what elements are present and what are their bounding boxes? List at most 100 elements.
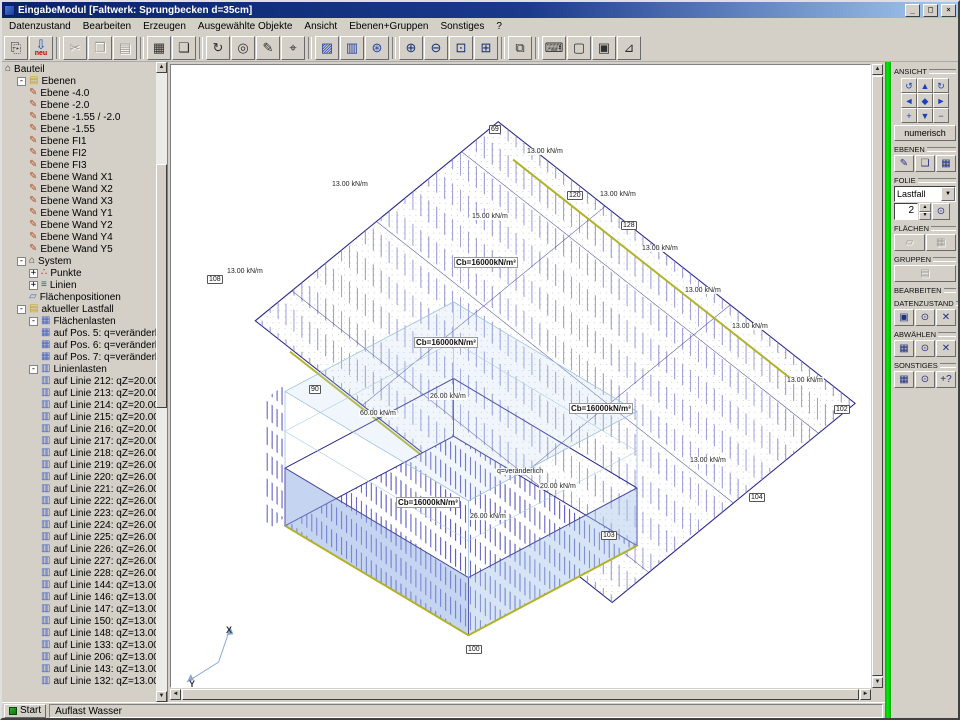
scroll-right-icon[interactable]: ► bbox=[860, 689, 871, 700]
tree-item[interactable]: ▥ auf Linie 221: qZ=26.00 bbox=[2, 483, 156, 495]
tree-item[interactable]: ✎ Ebene Wand Y1 bbox=[2, 207, 156, 219]
zoom-in-icon[interactable]: ⊕ bbox=[399, 36, 423, 60]
structure-drawing[interactable] bbox=[171, 65, 870, 687]
tree-expander[interactable]: - bbox=[17, 257, 26, 266]
tree-item[interactable]: ▥ auf Linie 133: qZ=13.00 bbox=[2, 639, 156, 651]
scroll-thumb[interactable] bbox=[156, 164, 167, 407]
folie-select[interactable]: Lastfall ▼ bbox=[894, 186, 956, 202]
view-zoom-out-button[interactable]: − bbox=[933, 108, 949, 123]
tree-item[interactable]: ✎ Ebene FI2 bbox=[2, 147, 156, 159]
canvas-hscrollbar[interactable]: ◄ ► bbox=[170, 689, 871, 700]
cascade-windows-icon[interactable]: ❏ bbox=[172, 36, 196, 60]
menu-item[interactable]: Erzeugen bbox=[137, 20, 192, 33]
tree-expander[interactable]: - bbox=[17, 77, 26, 86]
spin-up-icon[interactable]: ▲ bbox=[919, 203, 931, 212]
datenzustand-neu-icon[interactable]: ⇩neu bbox=[29, 36, 53, 60]
tree-item[interactable]: ✎ Ebene Wand Y4 bbox=[2, 231, 156, 243]
numpad-icon[interactable]: ⌨ bbox=[542, 36, 566, 60]
mess-button[interactable]: ⊙ bbox=[915, 371, 935, 388]
tree-item[interactable]: ▥ auf Linie 144: qZ=13.00 bbox=[2, 579, 156, 591]
tree-item[interactable]: ✎ Ebene -4.0 bbox=[2, 87, 156, 99]
tree-item[interactable]: ▥ auf Linie 215: qZ=20.00 bbox=[2, 411, 156, 423]
tree-item[interactable]: ▥ auf Linie 225: qZ=26.00 bbox=[2, 531, 156, 543]
menu-item[interactable]: Datenzustand bbox=[3, 20, 77, 33]
scroll-up-icon[interactable]: ▲ bbox=[156, 62, 167, 73]
scroll-thumb[interactable] bbox=[182, 689, 859, 700]
tree-item[interactable]: ▥ auf Linie 213: qZ=20.00 bbox=[2, 387, 156, 399]
tree-item[interactable]: ▥ auf Linie 147: qZ=13.00 bbox=[2, 603, 156, 615]
draw-icon[interactable]: ✎ bbox=[256, 36, 280, 60]
tree-scrollbar[interactable]: ▲ ▼ bbox=[156, 62, 167, 702]
scroll-left-icon[interactable]: ◄ bbox=[170, 689, 181, 700]
abwaehlen-x-button[interactable]: ✕ bbox=[936, 340, 956, 357]
report-icon[interactable]: ▣ bbox=[592, 36, 616, 60]
scroll-up-icon[interactable]: ▲ bbox=[872, 64, 883, 75]
tree-item[interactable]: ▥ auf Linie 222: qZ=26.00 bbox=[2, 495, 156, 507]
abwaehlen-alle-button[interactable]: ▦ bbox=[894, 340, 914, 357]
view-up-button[interactable]: ▲ bbox=[917, 78, 933, 93]
minimize-button[interactable]: _ bbox=[905, 4, 920, 17]
view-left-button[interactable]: ◄ bbox=[901, 93, 917, 108]
table-icon[interactable]: ▦ bbox=[147, 36, 171, 60]
tree-item[interactable]: ▥ auf Linie 217: qZ=20.00 bbox=[2, 435, 156, 447]
tree-item[interactable]: - ▤ Ebenen bbox=[2, 75, 156, 87]
orbit-icon[interactable]: ↻ bbox=[206, 36, 230, 60]
tree-item[interactable]: ✎ Ebene FI1 bbox=[2, 135, 156, 147]
menu-item[interactable]: Ansicht bbox=[298, 20, 343, 33]
tree-item[interactable]: ⌂ Bauteil bbox=[2, 63, 156, 75]
diagram-icon[interactable]: ▥ bbox=[340, 36, 364, 60]
gruppen-button[interactable]: ▤ bbox=[894, 265, 956, 282]
tree-item[interactable]: - ⌂ System bbox=[2, 255, 156, 267]
tree-item[interactable]: ✎ Ebene Wand Y5 bbox=[2, 243, 156, 255]
screen-icon[interactable]: ▢ bbox=[567, 36, 591, 60]
scroll-thumb[interactable] bbox=[872, 76, 883, 676]
view-center-button[interactable]: ◆ bbox=[917, 93, 933, 108]
loeschen-button[interactable]: ✕ bbox=[936, 309, 956, 326]
tree-item[interactable]: ▥ auf Linie 148: qZ=13.00 bbox=[2, 627, 156, 639]
cut-icon[interactable]: ✂ bbox=[63, 36, 87, 60]
abwaehlen-lupe-button[interactable]: ⊙ bbox=[915, 340, 935, 357]
tree-item[interactable]: ▦ auf Pos. 7: q=veränderlich bbox=[2, 351, 156, 363]
tree-item[interactable]: ▥ auf Linie 150: qZ=13.00 bbox=[2, 615, 156, 627]
zoom-out-icon[interactable]: ⊖ bbox=[424, 36, 448, 60]
tree-expander[interactable]: + bbox=[29, 281, 38, 290]
tree-item[interactable]: + ≡ Linien bbox=[2, 279, 156, 291]
tree-item[interactable]: ✎ Ebene FI3 bbox=[2, 159, 156, 171]
tree-item[interactable]: ✎ Ebene Wand X2 bbox=[2, 183, 156, 195]
tree-item[interactable]: ▥ auf Linie 220: qZ=26.00 bbox=[2, 471, 156, 483]
tree-item[interactable]: ▥ auf Linie 212: qZ=20.00 bbox=[2, 375, 156, 387]
tree-item[interactable]: ✎ Ebene -2.0 bbox=[2, 99, 156, 111]
fang-icon[interactable]: ⌖ bbox=[281, 36, 305, 60]
tree-item[interactable]: ▥ auf Linie 226: qZ=26.00 bbox=[2, 543, 156, 555]
tree-item[interactable]: - ▥ Linienlasten bbox=[2, 363, 156, 375]
tree-item[interactable]: ✎ Ebene Wand Y2 bbox=[2, 219, 156, 231]
zoom-window-icon[interactable]: ⊡ bbox=[449, 36, 473, 60]
tree-item[interactable]: ▥ auf Linie 219: qZ=26.00 bbox=[2, 459, 156, 471]
view-rotate-ccw-button[interactable]: ↺ bbox=[901, 78, 917, 93]
tree-item[interactable]: ▥ auf Linie 218: qZ=26.00 bbox=[2, 447, 156, 459]
tree-item[interactable]: ▥ auf Linie 224: qZ=26.00 bbox=[2, 519, 156, 531]
tree-item[interactable]: - ▦ Flächenlasten bbox=[2, 315, 156, 327]
start-button[interactable]: Start bbox=[4, 704, 46, 718]
canvas-vscrollbar[interactable]: ▲ ▼ bbox=[872, 64, 883, 688]
chevron-down-icon[interactable]: ▼ bbox=[941, 187, 955, 201]
folie-number-field[interactable]: 2 bbox=[894, 203, 918, 220]
view-rotate-cw-button[interactable]: ↻ bbox=[933, 78, 949, 93]
datenzustand-laden-icon[interactable]: ⎘ bbox=[4, 36, 28, 60]
flaechen-button-1[interactable]: ▱ bbox=[894, 234, 925, 251]
menu-item[interactable]: ? bbox=[490, 20, 508, 33]
measure-icon[interactable]: ⊿ bbox=[617, 36, 641, 60]
foto-button[interactable]: ▣ bbox=[894, 309, 914, 326]
tree-item[interactable]: ▥ auf Linie 146: qZ=13.00 bbox=[2, 591, 156, 603]
tree-item[interactable]: ✎ Ebene -1.55 / -2.0 bbox=[2, 111, 156, 123]
menu-item[interactable]: Sonstiges bbox=[434, 20, 490, 33]
tree-item[interactable]: ✎ Ebene Wand X3 bbox=[2, 195, 156, 207]
hatch-icon[interactable]: ▨ bbox=[315, 36, 339, 60]
spin-down-icon[interactable]: ▼ bbox=[919, 212, 931, 221]
flaechen-button-2[interactable]: ▦ bbox=[926, 234, 957, 251]
drawing-viewport[interactable]: Cb=16000kN/m³Cb=16000kN/m³Cb=16000kN/m³C… bbox=[170, 64, 871, 688]
tree-expander[interactable]: - bbox=[29, 365, 38, 374]
tree-item[interactable]: ▥ auf Linie 143: qZ=13.00 bbox=[2, 663, 156, 675]
paste-icon[interactable]: ▤ bbox=[113, 36, 137, 60]
ebene-bearbeiten-button[interactable]: ✎ bbox=[894, 155, 914, 172]
